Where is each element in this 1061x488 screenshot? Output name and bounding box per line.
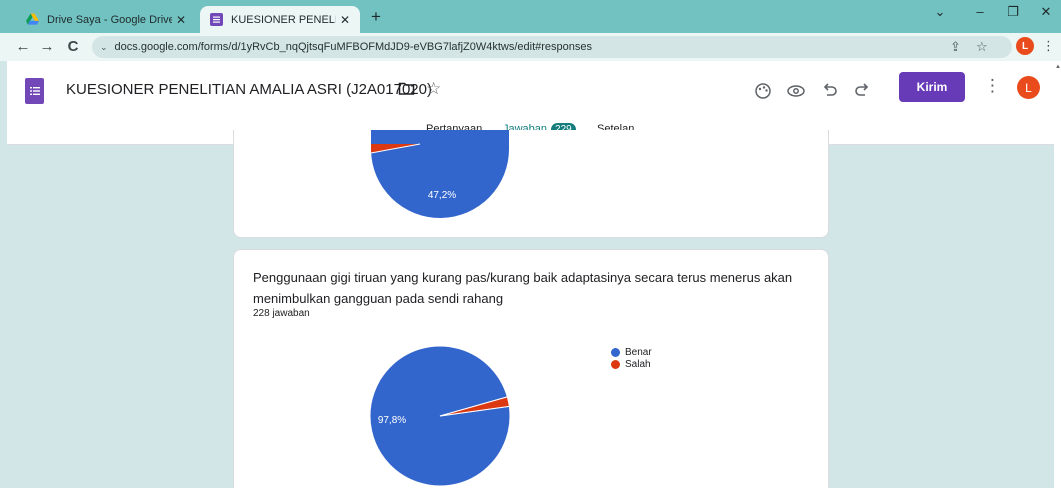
- google-drive-icon: [26, 13, 39, 25]
- minimize-icon[interactable]: –: [965, 4, 995, 19]
- send-button[interactable]: Kirim: [899, 72, 965, 102]
- browser-profile-avatar[interactable]: L: [1016, 37, 1034, 55]
- url-text: docs.google.com/forms/d/1yRvCb_nqQjtsqFu…: [114, 41, 593, 53]
- pie-label: 97,8%: [378, 415, 406, 426]
- close-icon[interactable]: ✕: [336, 13, 354, 27]
- new-tab-button[interactable]: +: [364, 7, 388, 27]
- response-card: Penggunaan gigi tiruan yang kurang pas/k…: [233, 249, 829, 488]
- forward-icon[interactable]: →: [36, 38, 58, 55]
- legend-item: Salah: [611, 358, 652, 370]
- forms-logo-icon[interactable]: [25, 78, 44, 104]
- browser-toolbar: ← → C ⌄ docs.google.com/forms/d/1yRvCb_n…: [0, 33, 1061, 61]
- browser-tab-strip: Drive Saya - Google Drive ✕ KUESIONER PE…: [0, 0, 1061, 33]
- preview-eye-icon[interactable]: [786, 81, 806, 101]
- browser-tab-drive[interactable]: Drive Saya - Google Drive ✕: [16, 6, 196, 33]
- window-close-icon[interactable]: ✕: [1031, 4, 1061, 20]
- browser-tab-title: KUESIONER PENELITIAN AMALIA: [231, 13, 336, 26]
- address-bar[interactable]: ⌄ docs.google.com/forms/d/1yRvCb_nqQjtsq…: [92, 36, 1012, 58]
- legend-label: Benar: [625, 346, 652, 358]
- share-icon[interactable]: ⇪: [950, 39, 961, 55]
- legend-item: Benar: [611, 346, 652, 358]
- palette-icon[interactable]: [753, 81, 773, 101]
- pie-label: 47,2%: [428, 190, 456, 201]
- back-icon[interactable]: ←: [12, 38, 34, 55]
- restore-icon[interactable]: ❐: [998, 4, 1028, 20]
- google-forms-icon: [210, 13, 223, 26]
- star-icon[interactable]: ☆: [426, 79, 441, 99]
- browser-tab-title: Drive Saya - Google Drive: [47, 13, 172, 26]
- browser-menu-icon[interactable]: ⋮: [1042, 38, 1055, 54]
- tab-search-icon[interactable]: ⌄: [925, 4, 955, 20]
- form-title[interactable]: KUESIONER PENELITIAN AMALIA ASRI (J2A017…: [66, 81, 432, 98]
- chart-legend: Benar Salah: [611, 346, 652, 370]
- pie-chart-1: [370, 130, 510, 218]
- legend-dot-icon: [611, 359, 620, 369]
- page-scrollbar[interactable]: ▲: [1054, 61, 1061, 488]
- folder-icon[interactable]: [398, 81, 415, 96]
- more-options-icon[interactable]: ⋮: [984, 76, 1001, 96]
- redo-icon[interactable]: [852, 81, 872, 101]
- close-icon[interactable]: ✕: [172, 13, 190, 27]
- pie-slice[interactable]: [371, 130, 510, 218]
- pie-chart-previous: 47,2%: [370, 130, 510, 218]
- site-info-icon[interactable]: ⌄: [100, 42, 108, 53]
- undo-icon[interactable]: [820, 81, 840, 101]
- legend-label: Salah: [625, 358, 651, 370]
- bookmark-star-icon[interactable]: ☆: [976, 39, 988, 55]
- response-card-previous: 47,2%: [233, 130, 829, 238]
- scroll-up-icon[interactable]: ▲: [1055, 64, 1061, 70]
- legend-dot-icon: [611, 347, 620, 357]
- browser-tab-forms[interactable]: KUESIONER PENELITIAN AMALIA ✕: [200, 6, 360, 33]
- pie-chart: 97,8%: [369, 345, 511, 487]
- account-avatar[interactable]: L: [1017, 76, 1040, 99]
- reload-icon[interactable]: C: [62, 38, 84, 55]
